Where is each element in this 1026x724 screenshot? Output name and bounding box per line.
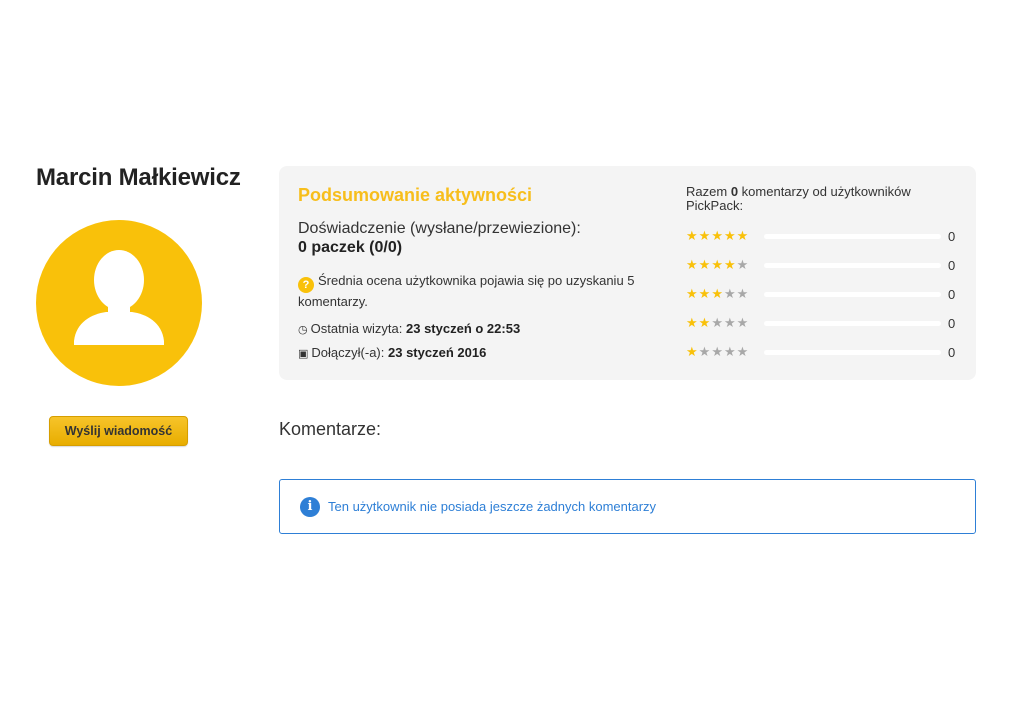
star-rating-icon: ★★★★★: [686, 316, 749, 330]
rating-info: ? Średnia ocena użytkownika pojawia się p…: [298, 272, 658, 311]
calendar-icon: ▣: [298, 348, 309, 360]
star-icon: ★: [736, 315, 750, 330]
star-rating-icon: ★★★★★: [686, 258, 749, 272]
rating-row-2: ★★★★★ 0: [686, 316, 966, 332]
experience-label: Doświadczenie (wysłane/przewiezione):: [298, 220, 581, 237]
star-icon: ★: [711, 228, 724, 243]
star-icon: ★: [698, 257, 712, 272]
star-icon: ★: [736, 257, 750, 272]
rating-bar: [764, 350, 941, 355]
experience-value: 0 paczek (0/0): [298, 239, 403, 256]
joined-label: Dołączył(-a):: [311, 345, 385, 360]
user-silhouette-icon: [74, 250, 164, 345]
total-prefix: Razem: [686, 184, 728, 199]
star-icon: ★: [723, 257, 737, 272]
star-icon: ★: [711, 315, 724, 330]
summary-title: Podsumowanie aktywności: [298, 185, 533, 205]
no-comments-notice: i Ten użytkownik nie posiada jeszcze żad…: [279, 479, 976, 534]
profile-name: Marcin Małkiewicz: [36, 164, 241, 191]
star-icon: ★: [698, 228, 712, 243]
last-visit-value: 23 styczeń o 22:53: [406, 321, 521, 336]
star-icon: ★: [698, 344, 712, 359]
rating-row-5: ★★★★★ 0: [686, 229, 966, 245]
profile-page: Marcin Małkiewicz Wyślij wiadomość Podsu…: [0, 0, 1026, 724]
star-icon: ★: [736, 228, 750, 243]
star-icon: ★: [698, 286, 712, 301]
star-icon: ★: [686, 257, 699, 272]
star-icon: ★: [686, 315, 699, 330]
last-visit-label: Ostatnia wizyta:: [310, 321, 403, 336]
activity-summary-panel: Podsumowanie aktywności Doświadczenie (w…: [279, 166, 976, 380]
star-rating-icon: ★★★★★: [686, 229, 749, 243]
question-icon: ?: [298, 277, 314, 293]
rating-count: 0: [948, 345, 956, 360]
rating-bar: [764, 321, 941, 326]
comments-heading: Komentarze:: [279, 419, 382, 439]
rating-count: 0: [948, 229, 956, 244]
send-message-button[interactable]: Wyślij wiadomość: [49, 416, 188, 446]
clock-icon: ◷: [298, 324, 308, 336]
star-icon: ★: [686, 228, 699, 243]
star-icon: ★: [686, 286, 699, 301]
no-comments-text: Ten użytkownik nie posiada jeszcze żadny…: [328, 499, 657, 514]
star-icon: ★: [723, 344, 737, 359]
star-rating-icon: ★★★★★: [686, 345, 749, 359]
star-icon: ★: [736, 286, 750, 301]
avatar: [36, 220, 202, 386]
info-icon: i: [300, 497, 320, 517]
rating-count: 0: [948, 316, 956, 331]
star-icon: ★: [711, 257, 724, 272]
star-icon: ★: [723, 315, 737, 330]
rating-bar: [764, 292, 941, 297]
total-comments: Razem 0 komentarzy od użytkowników PickP…: [686, 185, 956, 213]
star-icon: ★: [686, 344, 699, 359]
star-icon: ★: [723, 228, 737, 243]
last-visit: ◷ Ostatnia wizyta: 23 styczeń o 22:53: [298, 321, 520, 336]
total-count: 0: [730, 184, 739, 199]
star-rating-icon: ★★★★★: [686, 287, 749, 301]
rating-info-text: Średnia ocena użytkownika pojawia się po…: [298, 273, 635, 309]
star-icon: ★: [711, 286, 724, 301]
star-icon: ★: [736, 344, 750, 359]
joined-value: 23 styczeń 2016: [388, 345, 487, 360]
star-icon: ★: [723, 286, 737, 301]
joined: ▣ Dołączył(-a): 23 styczeń 2016: [298, 345, 486, 360]
rating-row-1: ★★★★★ 0: [686, 345, 966, 361]
rating-count: 0: [948, 287, 956, 302]
rating-bar: [764, 263, 941, 268]
rating-row-4: ★★★★★ 0: [686, 258, 966, 274]
rating-row-3: ★★★★★ 0: [686, 287, 966, 303]
rating-count: 0: [948, 258, 956, 273]
star-icon: ★: [711, 344, 724, 359]
rating-bar: [764, 234, 941, 239]
star-icon: ★: [698, 315, 712, 330]
